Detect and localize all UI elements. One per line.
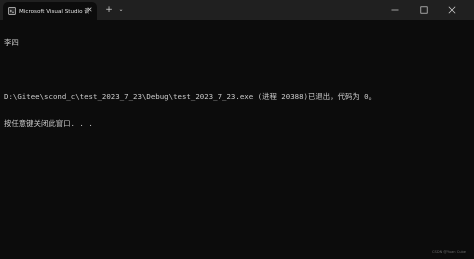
maximize-button[interactable]	[413, 0, 435, 20]
terminal-icon	[8, 7, 16, 15]
watermark: CSDN @Yuan Cube	[432, 250, 466, 254]
tab-debug-console[interactable]: Microsoft Visual Studio 调试控 ✕	[3, 2, 97, 20]
close-icon	[448, 6, 456, 14]
console-line: 按任意键关闭此窗口. . .	[4, 119, 93, 128]
console-line: D:\Gitee\scond_c\test_2023_7_23\Debug\te…	[4, 92, 377, 101]
maximize-icon	[420, 6, 428, 14]
close-tab-icon[interactable]: ✕	[85, 6, 94, 15]
console-output[interactable]: 李四 D:\Gitee\scond_c\test_2023_7_23\Debug…	[4, 20, 470, 146]
console-line: 李四	[4, 38, 19, 47]
close-window-button[interactable]	[441, 0, 463, 20]
chevron-down-icon[interactable]: ⌄	[116, 5, 126, 15]
console-window: Microsoft Visual Studio 调试控 ✕ + ⌄ 李四 D:\…	[0, 0, 474, 259]
tab-title: Microsoft Visual Studio 调试控	[19, 9, 89, 15]
minimize-icon	[391, 9, 399, 11]
new-tab-button[interactable]: +	[104, 5, 114, 15]
title-bar[interactable]: Microsoft Visual Studio 调试控 ✕ + ⌄	[0, 0, 474, 20]
minimize-button[interactable]	[384, 0, 406, 20]
